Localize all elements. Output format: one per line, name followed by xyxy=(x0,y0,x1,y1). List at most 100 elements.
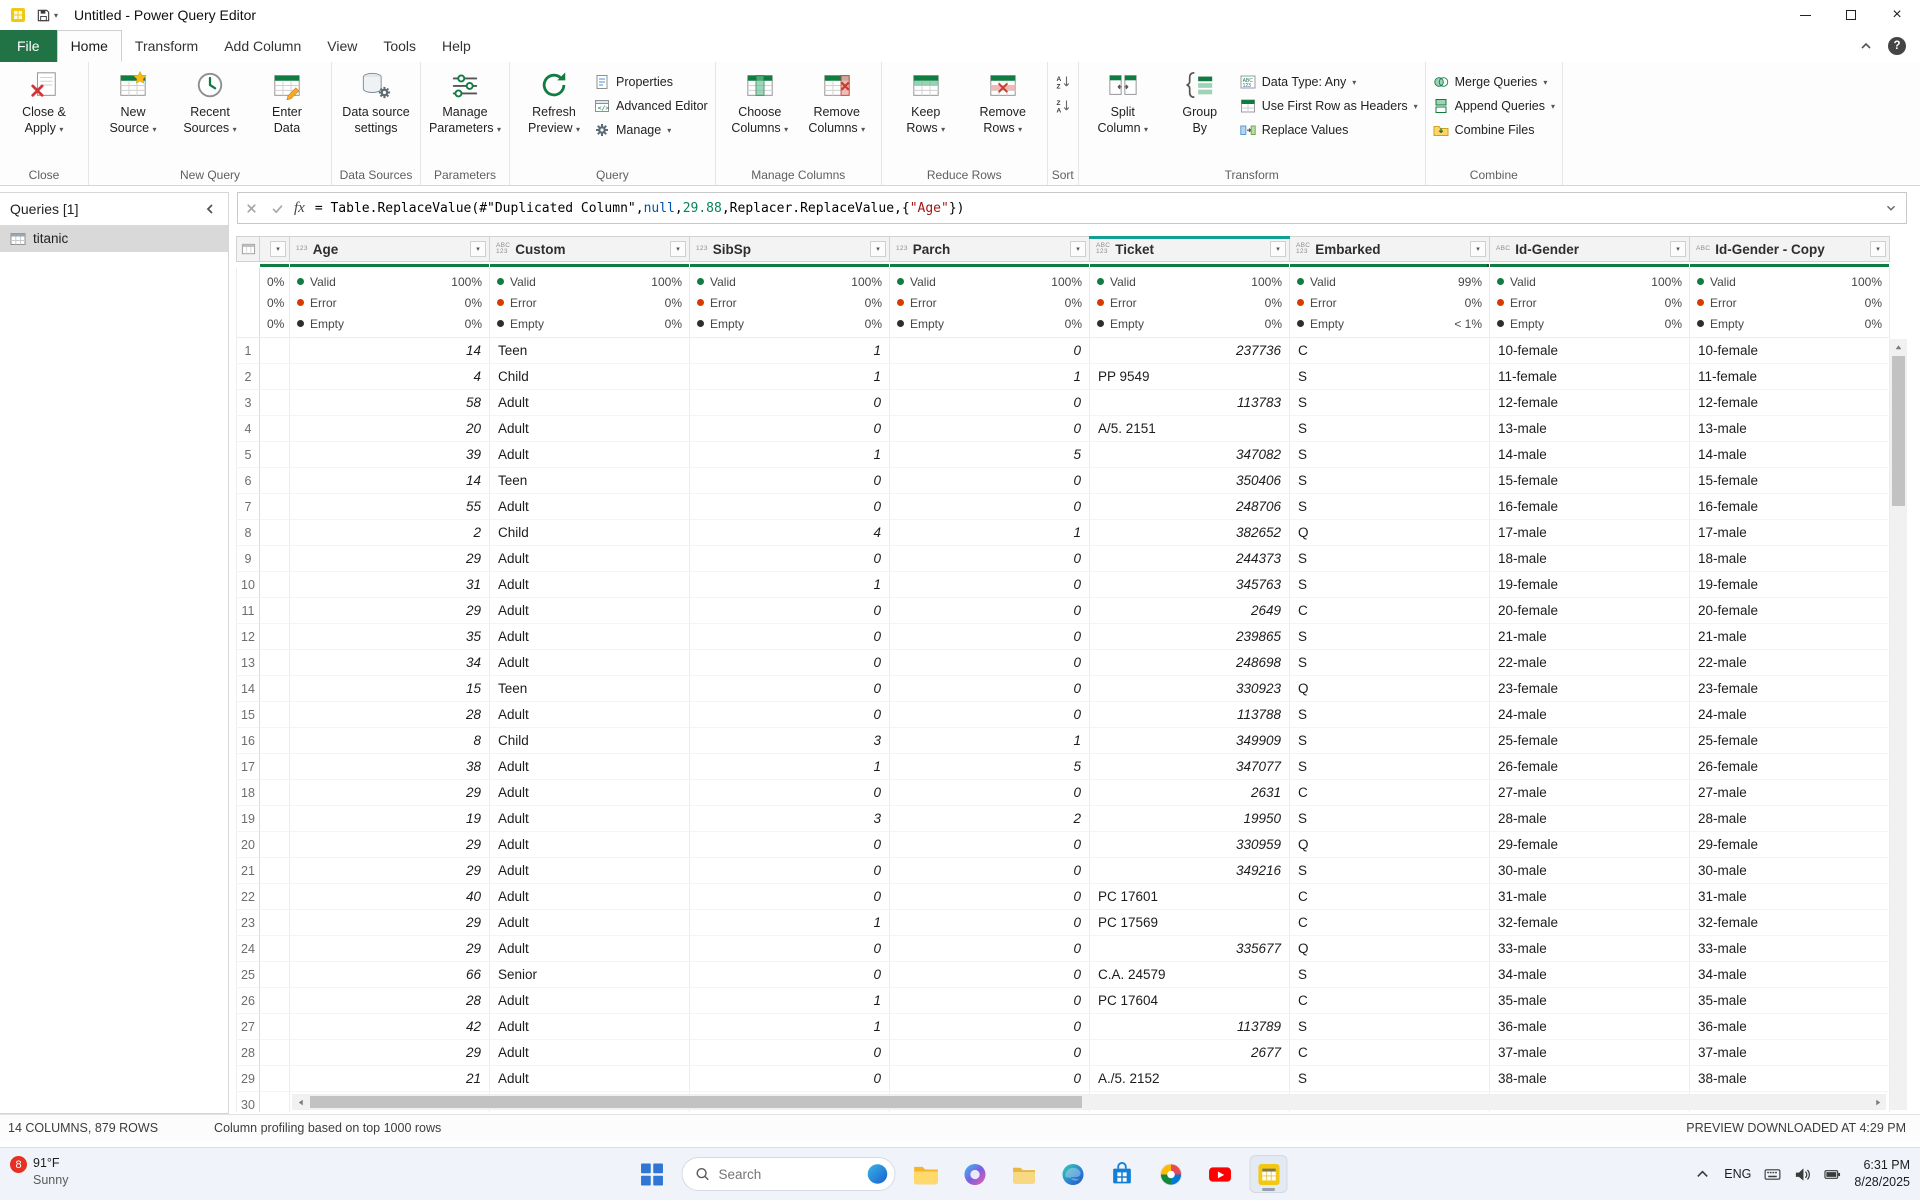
cell[interactable]: 29-female xyxy=(1690,832,1890,858)
cell[interactable]: Adult xyxy=(490,598,690,624)
cell[interactable]: C xyxy=(1290,1040,1490,1066)
tab-home[interactable]: Home xyxy=(57,30,122,62)
row-number[interactable]: 1 xyxy=(236,338,260,364)
cell[interactable]: 28 xyxy=(290,988,490,1014)
cell[interactable]: Adult xyxy=(490,780,690,806)
cell[interactable]: 31 xyxy=(290,572,490,598)
cell[interactable]: C xyxy=(1290,338,1490,364)
cell[interactable]: Adult xyxy=(490,624,690,650)
row-number[interactable]: 30 xyxy=(236,1092,260,1112)
tab-transform[interactable]: Transform xyxy=(122,30,211,62)
row-number[interactable]: 14 xyxy=(236,676,260,702)
weather-widget[interactable]: 8 91°F Sunny xyxy=(10,1155,68,1189)
column-header-embarked[interactable]: ABC123Embarked▾ xyxy=(1290,236,1490,262)
cell[interactable]: 14 xyxy=(290,338,490,364)
cell[interactable]: 1 xyxy=(690,364,890,390)
taskbar-file-explorer[interactable] xyxy=(907,1155,945,1193)
cell[interactable]: 29 xyxy=(290,936,490,962)
cell[interactable]: Adult xyxy=(490,754,690,780)
cell[interactable]: 345763 xyxy=(1090,572,1290,598)
column-header-id-gender-copy[interactable]: ABCId-Gender - Copy▾ xyxy=(1690,236,1890,262)
cell[interactable]: 0 xyxy=(690,936,890,962)
row-number[interactable]: 29 xyxy=(236,1066,260,1092)
cell[interactable]: Adult xyxy=(490,572,690,598)
cell[interactable]: 0 xyxy=(690,494,890,520)
column-header-id-gender[interactable]: ABCId-Gender▾ xyxy=(1490,236,1690,262)
cell[interactable]: S xyxy=(1290,728,1490,754)
cell[interactable]: 26-female xyxy=(1690,754,1890,780)
row-number[interactable]: 3 xyxy=(236,390,260,416)
cell[interactable]: 11-female xyxy=(1690,364,1890,390)
cell[interactable]: C.A. 24579 xyxy=(1090,962,1290,988)
row-number[interactable]: 15 xyxy=(236,702,260,728)
cell[interactable]: 0 xyxy=(690,702,890,728)
cell[interactable]: 0 xyxy=(690,884,890,910)
vertical-scrollbar-thumb[interactable] xyxy=(1892,356,1905,506)
cell[interactable]: 37-male xyxy=(1490,1040,1690,1066)
row-number[interactable]: 7 xyxy=(236,494,260,520)
cell[interactable]: 0 xyxy=(690,1040,890,1066)
cell[interactable]: 1 xyxy=(690,1014,890,1040)
cell[interactable]: 38-male xyxy=(1690,1066,1890,1092)
filter-icon[interactable]: ▾ xyxy=(1470,241,1486,257)
cell[interactable]: PP 9549 xyxy=(1090,364,1290,390)
cell[interactable]: 18-male xyxy=(1490,546,1690,572)
cell[interactable]: 23-female xyxy=(1490,676,1690,702)
cell[interactable]: 0 xyxy=(690,962,890,988)
cell[interactable]: 350406 xyxy=(1090,468,1290,494)
cell[interactable]: C xyxy=(1290,884,1490,910)
cell[interactable]: 38-male xyxy=(1490,1066,1690,1092)
taskbar-start-button[interactable] xyxy=(633,1155,671,1193)
cell[interactable]: 20-female xyxy=(1690,598,1890,624)
cell[interactable]: C xyxy=(1290,780,1490,806)
ribbon-button-advanced-editor[interactable]: </>Advanced Editor xyxy=(594,98,708,114)
ribbon-button-refresh-preview[interactable]: RefreshPreview ▾ xyxy=(517,67,591,136)
status-profiling[interactable]: Column profiling based on top 1000 rows xyxy=(214,1121,441,1135)
taskbar-power-query[interactable] xyxy=(1250,1155,1288,1193)
cell[interactable]: 16-female xyxy=(1490,494,1690,520)
cell[interactable]: 36-male xyxy=(1690,1014,1890,1040)
cell[interactable]: 3 xyxy=(690,728,890,754)
cell[interactable]: C xyxy=(1290,988,1490,1014)
formula-input[interactable]: = Table.ReplaceValue(#"Duplicated Column… xyxy=(315,201,1876,216)
column-header-ticket[interactable]: ABC123Ticket▾ xyxy=(1090,236,1290,262)
cell[interactable]: Adult xyxy=(490,702,690,728)
cell[interactable]: 0 xyxy=(890,598,1090,624)
cell[interactable]: 0 xyxy=(890,650,1090,676)
cell[interactable]: Q xyxy=(1290,676,1490,702)
ribbon-button-choose-columns[interactable]: ChooseColumns ▾ xyxy=(723,67,797,136)
cell[interactable]: 0 xyxy=(890,1014,1090,1040)
cell[interactable]: Adult xyxy=(490,1066,690,1092)
cell[interactable]: Adult xyxy=(490,832,690,858)
cell[interactable]: 0 xyxy=(890,988,1090,1014)
cell[interactable]: 31-male xyxy=(1490,884,1690,910)
row-number[interactable]: 18 xyxy=(236,780,260,806)
cell[interactable]: 2 xyxy=(890,806,1090,832)
row-number[interactable]: 6 xyxy=(236,468,260,494)
cell[interactable]: 10-female xyxy=(1490,338,1690,364)
cell[interactable]: 0 xyxy=(690,390,890,416)
ribbon-button-use-first-row-as-headers[interactable]: Use First Row as Headers▾ xyxy=(1240,98,1418,114)
cell[interactable]: 0 xyxy=(890,416,1090,442)
cell[interactable]: 20-female xyxy=(1490,598,1690,624)
cell[interactable]: 0 xyxy=(690,1066,890,1092)
row-number[interactable]: 26 xyxy=(236,988,260,1014)
cell[interactable]: 66 xyxy=(290,962,490,988)
cell[interactable]: 42 xyxy=(290,1014,490,1040)
cell[interactable]: Adult xyxy=(490,650,690,676)
cell[interactable]: 1 xyxy=(690,754,890,780)
cell[interactable]: 0 xyxy=(690,598,890,624)
row-number[interactable]: 8 xyxy=(236,520,260,546)
filter-icon[interactable]: ▾ xyxy=(1270,241,1286,257)
cell[interactable]: 35-male xyxy=(1490,988,1690,1014)
cell[interactable]: S xyxy=(1290,806,1490,832)
row-number[interactable]: 4 xyxy=(236,416,260,442)
cell[interactable]: 15-female xyxy=(1690,468,1890,494)
cell[interactable]: 16-female xyxy=(1690,494,1890,520)
cell[interactable]: Child xyxy=(490,728,690,754)
cell[interactable]: 28-male xyxy=(1690,806,1890,832)
cell[interactable]: S xyxy=(1290,624,1490,650)
cell[interactable]: 24-male xyxy=(1490,702,1690,728)
cell[interactable]: S xyxy=(1290,1014,1490,1040)
cell[interactable]: 12-female xyxy=(1490,390,1690,416)
